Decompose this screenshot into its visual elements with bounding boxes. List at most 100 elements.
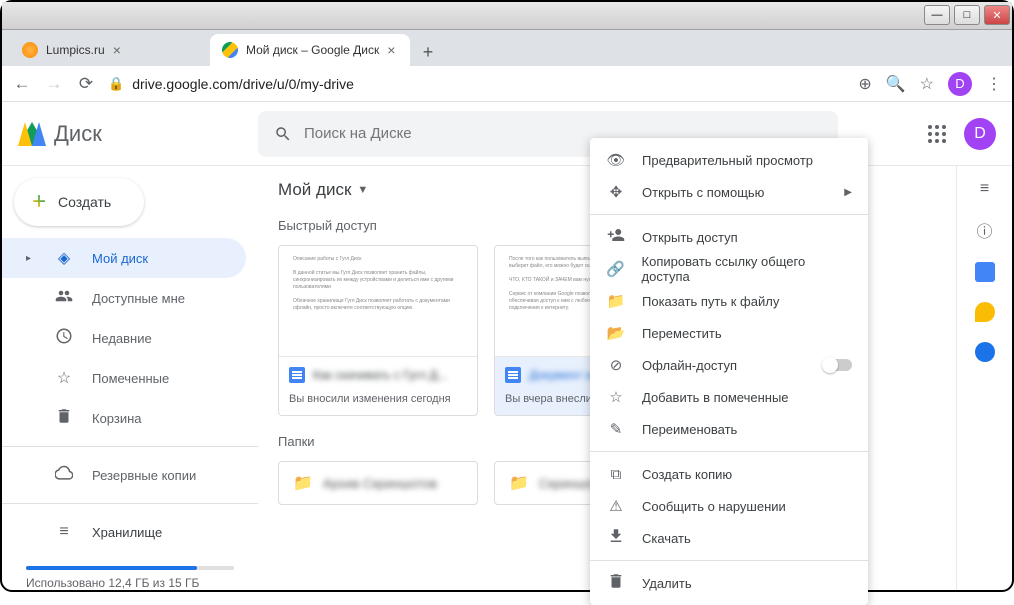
- sidebar: + Создать ▸ ◈ Мой диск Доступные мне Нед…: [2, 166, 258, 590]
- person-add-icon: [606, 226, 626, 248]
- drive-logo[interactable]: Диск: [18, 121, 258, 147]
- storage-section: Использовано 12,4 ГБ из 15 ГБ: [2, 552, 258, 598]
- lock-icon: 🔒: [108, 76, 124, 92]
- sidebar-item-label: Доступные мне: [92, 291, 185, 306]
- window-close-button[interactable]: ✕: [984, 5, 1010, 25]
- window-minimize-button[interactable]: —: [924, 5, 950, 25]
- breadcrumb-label: Мой диск: [278, 180, 351, 200]
- zoom-icon[interactable]: ⊕: [858, 74, 871, 94]
- sidebar-item-label: Резервные копии: [92, 468, 196, 483]
- move-to-icon: 📂: [606, 324, 626, 342]
- sidebar-item-label: Хранилище: [92, 525, 162, 540]
- window-titlebar: — □ ✕: [2, 2, 1012, 30]
- storage-bar: [26, 566, 234, 570]
- sidebar-item-label: Корзина: [92, 411, 142, 426]
- ctx-report[interactable]: ⚠Сообщить о нарушении: [590, 490, 868, 522]
- storage-icon: ≡: [54, 523, 74, 541]
- ctx-download[interactable]: Скачать: [590, 522, 868, 554]
- tab-title: Мой диск – Google Диск: [246, 43, 379, 57]
- chevron-right-icon: ▶: [844, 187, 852, 198]
- sidebar-item-backups[interactable]: Резервные копии: [2, 455, 246, 495]
- search-page-icon[interactable]: 🔍: [886, 74, 906, 94]
- account-avatar[interactable]: D: [964, 118, 996, 150]
- sidebar-item-mydrive[interactable]: ▸ ◈ Мой диск: [2, 238, 246, 278]
- sidebar-item-recent[interactable]: Недавние: [2, 318, 246, 358]
- ctx-rename[interactable]: ✎Переименовать: [590, 413, 868, 445]
- trash-icon: [606, 572, 626, 594]
- search-icon: [274, 125, 292, 143]
- ctx-preview[interactable]: 👁Предварительный просмотр: [590, 144, 868, 176]
- ctx-offline[interactable]: ⊘Офлайн-доступ: [590, 349, 868, 381]
- report-icon: ⚠: [606, 497, 626, 515]
- context-menu: 👁Предварительный просмотр ✥Открыть с пом…: [590, 138, 868, 605]
- move-icon: ✥: [606, 183, 626, 201]
- folder-icon: 📁: [293, 473, 313, 493]
- window-maximize-button[interactable]: □: [954, 5, 980, 25]
- folder-icon: 📁: [509, 473, 529, 493]
- storage-text: Использовано 12,4 ГБ из 15 ГБ: [26, 576, 234, 590]
- toggle-switch[interactable]: [824, 359, 852, 371]
- star-icon: ☆: [54, 368, 74, 388]
- plus-icon: +: [32, 188, 46, 216]
- copy-icon: ⧉: [606, 466, 626, 483]
- bookmark-icon[interactable]: ☆: [920, 74, 934, 94]
- backup-icon: [54, 464, 74, 487]
- browser-tab[interactable]: Мой диск – Google Диск ×: [210, 34, 410, 66]
- card-subtitle: Вы вносили изменения сегодня: [279, 393, 477, 415]
- create-label: Создать: [58, 194, 111, 210]
- sidebar-item-starred[interactable]: ☆ Помеченные: [2, 358, 246, 398]
- reload-icon[interactable]: ⟳: [76, 74, 96, 94]
- ctx-delete[interactable]: Удалить: [590, 567, 868, 599]
- docs-icon: [289, 367, 305, 383]
- ctx-star[interactable]: ☆Добавить в помеченные: [590, 381, 868, 413]
- right-rail: ≡ ⓘ: [956, 166, 1012, 590]
- create-button[interactable]: + Создать: [14, 178, 144, 226]
- sidebar-item-label: Помеченные: [92, 371, 169, 386]
- eye-icon: 👁: [606, 151, 626, 169]
- back-icon[interactable]: ←: [12, 74, 32, 94]
- chevron-down-icon: ▼: [357, 184, 368, 196]
- info-icon[interactable]: ⓘ: [976, 218, 992, 242]
- quick-access-card[interactable]: Описание работы с Гугл ДискВ данной стат…: [278, 245, 478, 416]
- ctx-copy[interactable]: ⧉Создать копию: [590, 458, 868, 490]
- list-view-icon[interactable]: ≡: [980, 180, 989, 198]
- apps-grid-icon[interactable]: [928, 125, 946, 143]
- edit-icon: ✎: [606, 420, 626, 438]
- ctx-show-path[interactable]: 📁Показать путь к файлу: [590, 285, 868, 317]
- sidebar-item-shared[interactable]: Доступные мне: [2, 278, 246, 318]
- profile-avatar[interactable]: D: [948, 72, 972, 96]
- favicon-lumpics-icon: [22, 42, 38, 58]
- calendar-icon[interactable]: [975, 262, 995, 282]
- offline-icon: ⊘: [606, 356, 626, 374]
- drive-logo-icon: [18, 122, 46, 146]
- ctx-move[interactable]: 📂Переместить: [590, 317, 868, 349]
- docs-icon: [505, 367, 521, 383]
- ctx-get-link[interactable]: 🔗Копировать ссылку общего доступа: [590, 253, 868, 285]
- ctx-share[interactable]: Открыть доступ: [590, 221, 868, 253]
- link-icon: 🔗: [606, 260, 626, 278]
- doc-preview: Описание работы с Гугл ДискВ данной стат…: [279, 246, 477, 356]
- tab-close-icon[interactable]: ×: [387, 42, 395, 58]
- download-icon: [606, 527, 626, 549]
- folder-icon: 📁: [606, 292, 626, 310]
- folder-item[interactable]: 📁 Архив Скриншотов: [278, 461, 478, 505]
- sidebar-item-label: Мой диск: [92, 251, 148, 266]
- sidebar-item-storage[interactable]: ≡ Хранилище: [2, 512, 246, 552]
- forward-icon: →: [44, 74, 64, 94]
- tab-title: Lumpics.ru: [46, 43, 105, 57]
- sidebar-item-label: Недавние: [92, 331, 152, 346]
- tasks-icon[interactable]: [975, 342, 995, 362]
- keep-icon[interactable]: [975, 302, 995, 322]
- people-icon: [54, 287, 74, 310]
- browser-tab[interactable]: Lumpics.ru ×: [10, 34, 210, 66]
- tab-close-icon[interactable]: ×: [113, 42, 121, 58]
- sidebar-item-trash[interactable]: Корзина: [2, 398, 246, 438]
- drive-logo-text: Диск: [54, 121, 102, 147]
- drive-icon: ◈: [54, 248, 74, 268]
- menu-icon[interactable]: ⋮: [986, 74, 1002, 94]
- card-title: Как скачивать с Гугл Д...: [313, 368, 447, 382]
- ctx-open-with[interactable]: ✥Открыть с помощью▶: [590, 176, 868, 208]
- url-box[interactable]: 🔒 drive.google.com/drive/u/0/my-drive: [108, 76, 846, 92]
- trash-icon: [54, 407, 74, 430]
- new-tab-button[interactable]: +: [414, 38, 442, 66]
